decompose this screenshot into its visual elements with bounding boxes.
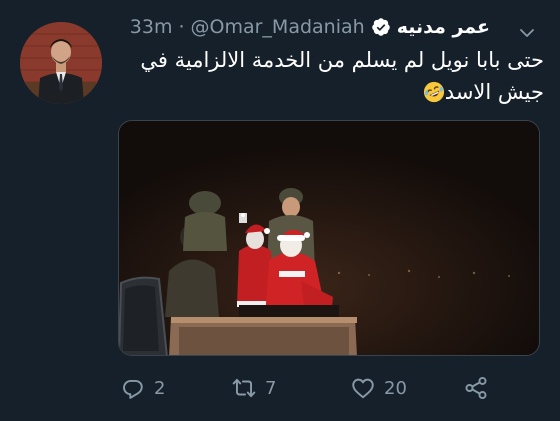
heart-icon	[352, 378, 374, 399]
retweet-icon	[232, 378, 256, 398]
timestamp[interactable]: 33m	[130, 16, 173, 38]
avatar-image	[20, 22, 102, 104]
author-display-name[interactable]: عمر مدنيه	[397, 16, 490, 38]
tweet-text-line-1: حتى بابا نويل لم يسلم من الخدمة الالزامي…	[140, 48, 544, 72]
tweet-text-line-2-wrap: جيش الاسد	[128, 76, 544, 108]
reply-button[interactable]: 2	[120, 370, 165, 406]
rolling-laughing-emoji-icon	[423, 80, 445, 103]
separator-dot: ·	[178, 16, 185, 38]
chevron-down-icon[interactable]	[518, 24, 536, 42]
retweet-button[interactable]: 7	[231, 370, 276, 406]
tweet-text-line-2: جيش الاسد	[444, 80, 544, 104]
tweet-media-photo[interactable]	[118, 120, 540, 356]
retweet-count: 7	[265, 377, 277, 399]
photo-santas-on-truck	[119, 121, 539, 355]
author-row[interactable]: 33m · @Omar_Madaniah عمر مدنيه	[130, 16, 490, 38]
author-handle[interactable]: @Omar_Madaniah	[191, 16, 365, 38]
share-icon	[465, 376, 487, 400]
like-button[interactable]: 20	[350, 370, 407, 406]
like-count: 20	[384, 377, 407, 399]
share-button[interactable]	[463, 370, 489, 406]
reply-count: 2	[154, 377, 166, 399]
tweet-text: حتى بابا نويل لم يسلم من الخدمة الالزامي…	[128, 44, 544, 108]
reply-icon	[123, 379, 143, 399]
avatar[interactable]	[20, 22, 102, 104]
tweet-action-bar: 2 7 20	[118, 370, 498, 406]
verified-badge-icon	[371, 17, 391, 37]
